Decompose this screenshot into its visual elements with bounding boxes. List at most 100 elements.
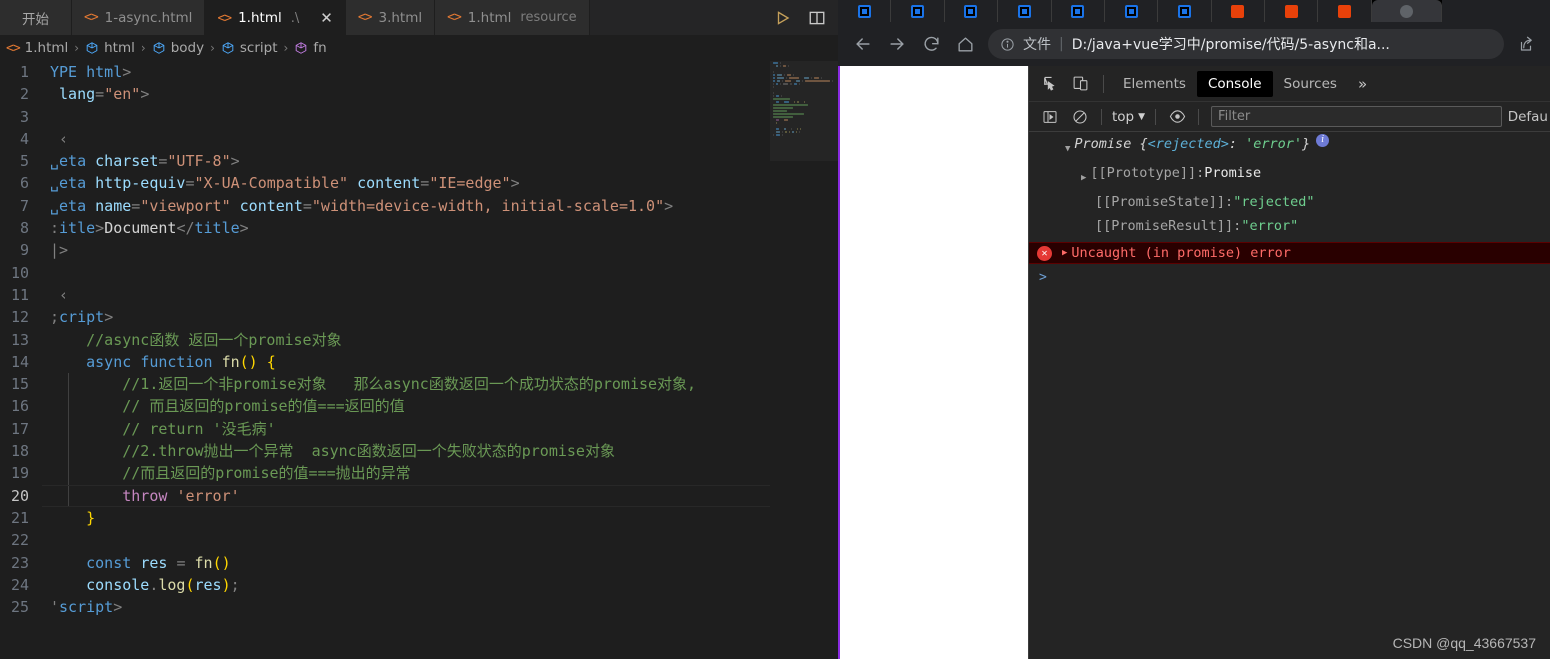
console-object-property[interactable]: ▶ [[Prototype]]: Promise <box>1029 161 1550 190</box>
code-line[interactable]: 11 ‹ <box>0 284 770 306</box>
minimap-slider[interactable] <box>770 61 838 161</box>
code-line[interactable]: 24 console.log(res); <box>0 574 770 596</box>
code-line[interactable]: 15 //1.返回一个非promise对象 那么async函数返回一个成功状态的… <box>0 373 770 396</box>
browser-tab[interactable] <box>944 0 999 22</box>
breadcrumb-item-file[interactable]: <> 1.html <box>4 40 70 56</box>
code-line[interactable]: 25 'script> <box>0 596 770 618</box>
console-filter-input[interactable]: Filter <box>1211 106 1502 127</box>
code-line[interactable]: 20 throw 'error' <box>0 484 770 507</box>
run-button[interactable] <box>774 9 792 27</box>
js-context-selector[interactable]: top ▼ <box>1108 109 1149 125</box>
editor-tab-1-html-active[interactable]: <> 1.html .\ ✕ <box>205 0 346 35</box>
breadcrumb-item-html[interactable]: html <box>83 40 137 56</box>
clear-console-icon[interactable] <box>1065 105 1095 129</box>
code-line[interactable]: 3 <box>0 106 770 128</box>
browser-tab-active[interactable] <box>1371 0 1442 22</box>
more-panels-icon[interactable]: » <box>1348 75 1377 93</box>
code-line[interactable]: 10 <box>0 262 770 284</box>
code-line-text: //2.throw抛出一个异常 async函数返回一个失败状态的promise对… <box>50 442 615 461</box>
console-object-header[interactable]: ▼ Promise {<rejected>: 'error'} i <box>1029 132 1550 161</box>
code-line[interactable]: 17 // return '没毛病' <box>0 417 770 441</box>
code-editor[interactable]: 1 YPE html> 2 lang="en"> 3 4 ‹ 5 ␣eta charset=… <box>0 61 770 659</box>
console-error-entry[interactable]: ✕ ▶ Uncaught (in promise) error <box>1029 242 1550 264</box>
console-filter-bar: top ▼ Filter Defau <box>1029 102 1550 132</box>
close-icon[interactable]: ✕ <box>320 10 333 26</box>
browser-tab[interactable] <box>1158 0 1212 22</box>
code-line[interactable]: 1 YPE html> <box>0 61 770 83</box>
inspect-element-icon[interactable] <box>1035 70 1065 98</box>
browser-tab[interactable] <box>891 0 945 22</box>
info-circle-icon <box>1001 37 1014 51</box>
code-line[interactable]: 7 ␣eta name="viewport" content="width=dev… <box>0 195 770 217</box>
code-line[interactable]: 9 |> <box>0 239 770 261</box>
page-viewport[interactable] <box>840 66 1028 659</box>
console-object-property[interactable]: [[PromiseResult]]: "error" <box>1029 214 1550 238</box>
home-button[interactable] <box>950 29 980 59</box>
editor-tab-1-async[interactable]: <> 1-async.html <box>72 0 206 35</box>
code-line[interactable]: 5 ␣eta charset="UTF-8"> <box>0 150 770 172</box>
divider <box>1198 108 1200 125</box>
browser-tab[interactable] <box>1265 0 1319 22</box>
code-line[interactable]: 21 } <box>0 507 770 529</box>
code-line[interactable]: 22 <box>0 529 770 551</box>
code-line[interactable]: 6 ␣eta http-equiv="X-UA-Compatible" conte… <box>0 172 770 194</box>
symbol-cube-blue-icon <box>86 42 98 54</box>
line-number: 6 <box>19 174 29 193</box>
reload-button[interactable] <box>916 29 946 59</box>
browser-tab[interactable] <box>1104 0 1159 22</box>
editor-tab-3-html[interactable]: <> 3.html <box>345 0 436 35</box>
code-line[interactable]: 2 lang="en"> <box>0 83 770 105</box>
divider <box>1101 108 1102 125</box>
code-line[interactable]: 12 ;cript> <box>0 306 770 328</box>
code-line-text: :itle>Document</title> <box>50 219 249 238</box>
split-editor-button[interactable] <box>808 9 826 27</box>
expand-triangle-icon[interactable]: ▶ <box>1062 248 1067 258</box>
editor-tab-1-html-resource[interactable]: <> 1.html resource <box>435 0 590 35</box>
browser-tab[interactable] <box>838 0 892 22</box>
devtools-tab-elements[interactable]: Elements <box>1112 71 1197 97</box>
code-line[interactable]: 13 //async函数 返回一个promise对象 <box>0 329 770 351</box>
console-object-property[interactable]: [[PromiseState]]: "rejected" <box>1029 190 1550 214</box>
code-line[interactable]: 16 // 而且返回的promise的值===返回的值 <box>0 395 770 418</box>
forward-button[interactable] <box>882 29 912 59</box>
chevron-down-icon: ▼ <box>1138 111 1146 122</box>
log-levels-dropdown[interactable]: Defau <box>1508 109 1550 125</box>
browser-tab[interactable] <box>1051 0 1105 22</box>
new-tab-button[interactable] <box>1441 0 1550 22</box>
browser-tab[interactable] <box>1318 0 1372 22</box>
back-button[interactable] <box>848 29 878 59</box>
breadcrumb-separator: › <box>74 41 80 55</box>
code-line[interactable]: 8:itle>Document</title> <box>0 217 770 239</box>
expand-triangle-icon[interactable]: ▼ <box>1065 139 1070 160</box>
code-line-text: //1.返回一个非promise对象 那么async函数返回一个成功状态的pro… <box>50 375 697 394</box>
info-badge-icon[interactable]: i <box>1316 133 1330 147</box>
breadcrumb-item-script[interactable]: script <box>219 40 280 56</box>
share-icon[interactable] <box>1512 30 1540 58</box>
device-toolbar-icon[interactable] <box>1065 70 1095 98</box>
expand-triangle-icon[interactable]: ▶ <box>1081 168 1086 189</box>
live-expression-icon[interactable] <box>1162 105 1192 129</box>
address-bar[interactable]: 文件 | D:/java+vue学习中/promise/代码/5-async和a… <box>988 29 1504 59</box>
code-line-text: |> <box>50 241 69 260</box>
breadcrumb-item-fn[interactable]: fn <box>292 40 328 56</box>
html-icon: <> <box>217 10 232 26</box>
code-line[interactable]: 4 ‹ <box>0 128 770 150</box>
code-line[interactable]: 14 async function fn() { <box>0 351 770 373</box>
vscode-favicon-icon <box>1017 4 1031 18</box>
property-value: "rejected" <box>1233 193 1315 210</box>
devtools-tab-console[interactable]: Console <box>1196 70 1273 97</box>
browser-tab[interactable] <box>998 0 1052 22</box>
code-line-text: ;cript> <box>50 308 114 327</box>
breadcrumb-label: body <box>170 40 205 56</box>
console-sidebar-icon[interactable] <box>1035 105 1065 129</box>
code-line[interactable]: 23 const res = fn() <box>0 552 770 574</box>
code-line[interactable]: 18 //2.throw抛出一个异常 async函数返回一个失败状态的promi… <box>0 440 770 463</box>
minimap[interactable] <box>770 61 838 659</box>
browser-tab[interactable] <box>1211 0 1265 22</box>
console-prompt[interactable]: > <box>1029 264 1550 285</box>
editor-tab-start[interactable]: 开始 <box>0 0 72 35</box>
breadcrumb-item-body[interactable]: body <box>150 40 206 56</box>
vscode-favicon-icon <box>964 4 978 18</box>
devtools-tab-sources[interactable]: Sources <box>1273 71 1348 97</box>
code-line[interactable]: 19 //而且返回的promise的值===抛出的异常 <box>0 462 770 485</box>
